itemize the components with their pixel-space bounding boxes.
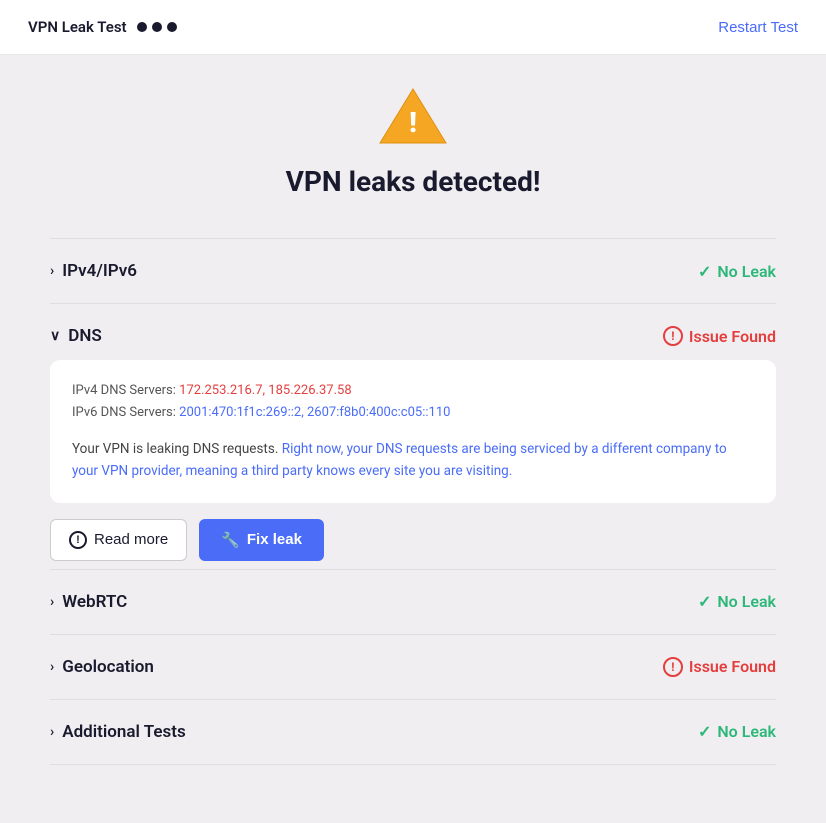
dns-desc-part1: Your VPN is leaking DNS requests. bbox=[72, 441, 278, 457]
wrench-icon: 🔧 bbox=[221, 531, 240, 549]
dns-ipv6-values: 2001:470:1f1c:269::2, 2607:f8b0:400c:c05… bbox=[179, 405, 450, 420]
dns-ipv6-label: IPv6 DNS Servers: bbox=[72, 405, 176, 420]
test-row-geolocation: › Geolocation ! Issue Found bbox=[50, 634, 776, 699]
test-name-webrtc: WebRTC bbox=[62, 592, 127, 612]
test-label-ipv4ipv6[interactable]: › IPv4/IPv6 bbox=[50, 261, 137, 281]
restart-test-button[interactable]: Restart Test bbox=[718, 19, 798, 36]
hero-title: VPN leaks detected! bbox=[50, 165, 776, 198]
main-content: ! VPN leaks detected! › IPv4/IPv6 ✓ No L… bbox=[0, 55, 826, 795]
info-icon: ! bbox=[69, 531, 87, 549]
chevron-right-icon-webrtc: › bbox=[50, 594, 54, 610]
test-name-ipv4ipv6: IPv4/IPv6 bbox=[62, 261, 137, 281]
dns-ipv4-values: 172.253.216.7, 185.226.37.58 bbox=[179, 383, 351, 398]
read-more-button[interactable]: ! Read more bbox=[50, 519, 187, 561]
status-label-dns: Issue Found bbox=[689, 327, 776, 346]
alert-icon-dns: ! bbox=[663, 326, 683, 346]
dns-ipv6-line: IPv6 DNS Servers: 2001:470:1f1c:269::2, … bbox=[72, 402, 754, 424]
chevron-right-icon: › bbox=[50, 263, 54, 279]
test-row-dns: ∨ DNS ! Issue Found bbox=[50, 303, 776, 360]
alert-icon-geolocation: ! bbox=[663, 657, 683, 677]
read-more-label: Read more bbox=[94, 531, 168, 548]
check-icon-webrtc: ✓ bbox=[698, 592, 711, 611]
status-label-geolocation: Issue Found bbox=[689, 657, 776, 676]
test-label-dns[interactable]: ∨ DNS bbox=[50, 326, 102, 346]
app-title: VPN Leak Test bbox=[28, 18, 127, 36]
dns-expanded-panel: IPv4 DNS Servers: 172.253.216.7, 185.226… bbox=[50, 360, 776, 503]
action-buttons: ! Read more 🔧 Fix leak bbox=[50, 519, 776, 561]
test-name-dns: DNS bbox=[68, 326, 101, 346]
fix-leak-button[interactable]: 🔧 Fix leak bbox=[199, 519, 324, 561]
test-label-geolocation[interactable]: › Geolocation bbox=[50, 657, 154, 677]
status-ipv4ipv6: ✓ No Leak bbox=[698, 262, 776, 281]
test-label-webrtc[interactable]: › WebRTC bbox=[50, 592, 127, 612]
dot-2 bbox=[152, 22, 162, 32]
status-label-ipv4ipv6: No Leak bbox=[717, 262, 776, 281]
dot-1 bbox=[137, 22, 147, 32]
test-name-geolocation: Geolocation bbox=[62, 657, 154, 677]
dns-ipv4-label: IPv4 DNS Servers: bbox=[72, 383, 176, 398]
dns-servers-info: IPv4 DNS Servers: 172.253.216.7, 185.226… bbox=[72, 380, 754, 424]
check-icon-additional: ✓ bbox=[698, 722, 711, 741]
chevron-right-icon-additional: › bbox=[50, 724, 54, 740]
test-name-additional: Additional Tests bbox=[62, 722, 186, 742]
status-webrtc: ✓ No Leak bbox=[698, 592, 776, 611]
status-label-additional: No Leak bbox=[717, 722, 776, 741]
chevron-right-icon-geolocation: › bbox=[50, 659, 54, 675]
loading-dots bbox=[137, 22, 177, 32]
status-geolocation: ! Issue Found bbox=[663, 657, 776, 677]
check-icon-ipv4ipv6: ✓ bbox=[698, 262, 711, 281]
status-label-webrtc: No Leak bbox=[717, 592, 776, 611]
page-header: VPN Leak Test Restart Test bbox=[0, 0, 826, 55]
app-title-group: VPN Leak Test bbox=[28, 18, 177, 36]
chevron-down-icon-dns: ∨ bbox=[50, 328, 60, 344]
dns-description: Your VPN is leaking DNS requests. Right … bbox=[72, 438, 754, 483]
warning-icon: ! bbox=[378, 85, 448, 145]
status-additional: ✓ No Leak bbox=[698, 722, 776, 741]
fix-leak-label: Fix leak bbox=[247, 531, 302, 548]
test-label-additional[interactable]: › Additional Tests bbox=[50, 722, 186, 742]
test-row-additional: › Additional Tests ✓ No Leak bbox=[50, 699, 776, 765]
test-row-ipv4ipv6: › IPv4/IPv6 ✓ No Leak bbox=[50, 238, 776, 303]
svg-text:!: ! bbox=[409, 106, 417, 139]
dns-ipv4-line: IPv4 DNS Servers: 172.253.216.7, 185.226… bbox=[72, 380, 754, 402]
dot-3 bbox=[167, 22, 177, 32]
test-row-webrtc: › WebRTC ✓ No Leak bbox=[50, 569, 776, 634]
status-dns: ! Issue Found bbox=[663, 326, 776, 346]
hero-section: ! VPN leaks detected! bbox=[50, 85, 776, 198]
